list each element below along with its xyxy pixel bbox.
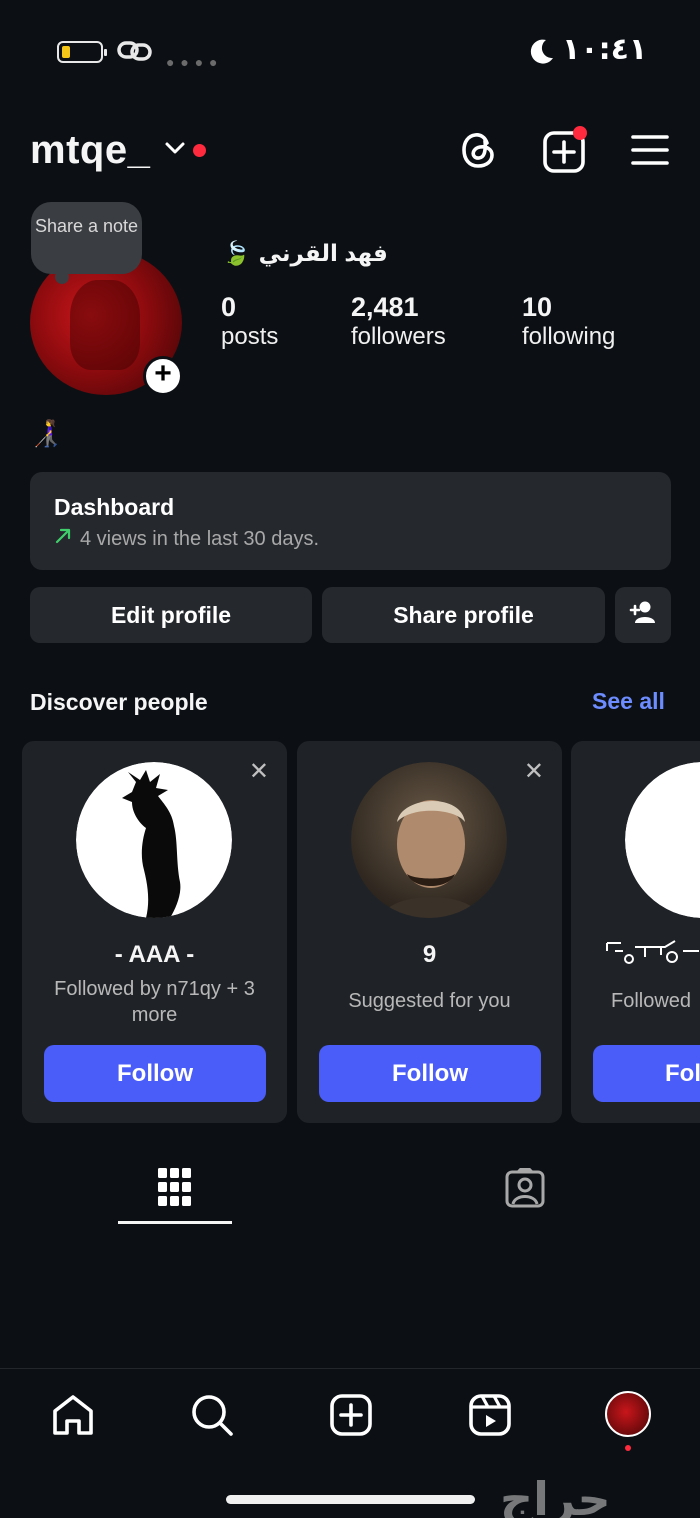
stat-followers[interactable]: 2,481 followers [351,292,446,351]
status-bar: ● ● ● ● ١٠:٤١ [0,0,700,100]
full-name-text: فهد القرني [258,240,388,266]
moon-icon [529,38,555,71]
active-tab-indicator [118,1221,232,1224]
notification-dot [193,144,206,157]
threads-icon[interactable] [459,129,499,176]
tagged-icon[interactable] [505,1167,545,1213]
close-icon[interactable]: ✕ [249,757,269,786]
suggestion-name: 9 [422,941,437,968]
suggestion-avatar[interactable] [76,762,232,918]
username[interactable]: mtqe_ [30,128,150,173]
close-icon[interactable]: ✕ [524,757,544,786]
suggestion-card[interactable]: ✕ 9 Suggested for you Follow [297,741,562,1123]
stat-followers-value: 2,481 [351,292,419,322]
profile-notification-dot [625,1445,631,1451]
stat-posts-label: posts [221,323,279,350]
dashboard-subtitle: 4 views in the last 30 days. [80,527,320,550]
share-note-bubble[interactable]: Share a note [31,202,142,274]
follow-button[interactable]: Fol [593,1045,700,1102]
signal-dots-icon: ● ● ● ● [166,54,219,70]
follow-button[interactable]: Follow [319,1045,541,1102]
hamburger-menu-icon[interactable] [631,133,669,172]
stat-posts[interactable]: 0 posts [221,292,278,351]
full-name: فهد القرني 🍃 [222,240,388,267]
add-person-button[interactable] [615,587,671,643]
watermark-text: حراج [500,1472,611,1518]
see-all-link[interactable]: See all [592,688,665,715]
dashboard-title: Dashboard [54,494,175,520]
stat-following[interactable]: 10 following [522,292,615,351]
share-profile-button[interactable]: Share profile [322,587,605,643]
suggestion-subtitle: Suggested for you [348,990,511,1012]
profile-avatar[interactable] [605,1391,651,1437]
reels-icon[interactable] [468,1393,512,1442]
stat-posts-value: 0 [221,292,237,322]
follow-button[interactable]: Follow [44,1045,266,1102]
stat-followers-label: followers [351,323,446,350]
battery-low-icon [57,41,107,63]
create-notification-dot [573,126,587,140]
suggestion-card[interactable]: ✕ - AAA - Followed by n71qy + 3 more Fol… [22,741,287,1123]
haraj-watermark: حراج [500,1472,611,1518]
add-person-icon [629,600,657,630]
dashboard-card[interactable]: Dashboard 4 views in the last 30 days. [30,472,671,570]
suggestion-card[interactable]: Followed Fol [571,741,700,1123]
decorative-name-glyphs [605,937,700,970]
bio-emoji: 👩‍🦯 [30,418,63,448]
home-indicator[interactable] [226,1495,475,1504]
status-time: ١٠:٤١ [562,32,648,67]
discover-title: Discover people [30,689,208,715]
leaf-emoji: 🍃 [222,240,251,266]
search-icon[interactable] [190,1393,234,1442]
suggestion-subtitle: Followed [611,990,692,1012]
link-icon [117,38,153,69]
suggestion-avatar[interactable] [625,762,700,918]
stat-following-value: 10 [522,292,553,322]
edit-profile-button[interactable]: Edit profile [30,587,312,643]
follow-button-label: Fol [665,1059,700,1087]
home-icon[interactable] [51,1393,95,1442]
suggestion-name: - AAA - [114,941,195,968]
create-icon[interactable] [329,1393,373,1442]
suggestion-subtitle: Followed by n71qy + 3 more [54,978,255,1026]
add-story-button[interactable]: + [143,356,183,396]
grid-icon[interactable] [158,1168,192,1213]
stat-following-label: following [522,323,616,350]
chevron-down-icon[interactable] [164,140,186,161]
suggestion-avatar[interactable] [351,762,507,918]
trend-up-icon [54,527,72,551]
